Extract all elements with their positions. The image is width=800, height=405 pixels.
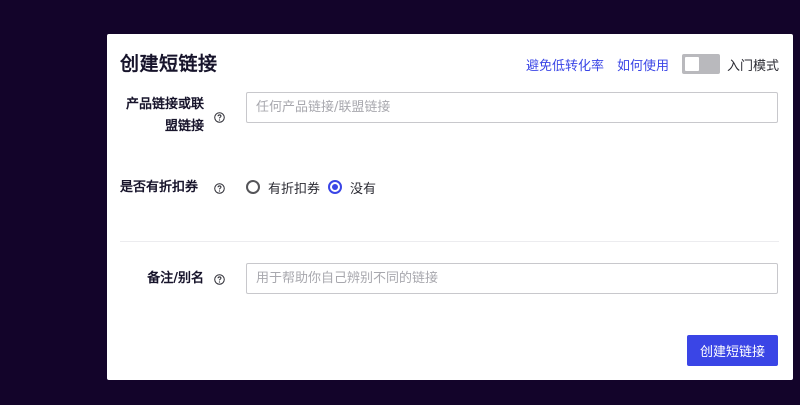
how-to-use-link[interactable]: 如何使用	[617, 55, 669, 74]
section-divider	[120, 241, 779, 242]
header-actions: 避免低转化率 如何使用 入门模式	[526, 52, 779, 76]
radio-label: 有折扣券	[268, 181, 321, 197]
radio-option-has-coupon[interactable]: 有折扣券	[246, 178, 320, 197]
question-circle-icon[interactable]	[214, 112, 225, 123]
avoid-low-conversion-link[interactable]: 避免低转化率	[526, 55, 604, 74]
coupon-radio-group: 有折扣券 没有	[246, 177, 376, 197]
has-coupon-label: 是否有折扣券	[120, 180, 199, 195]
product-link-input[interactable]	[246, 92, 778, 123]
page-title: 创建短链接	[120, 53, 218, 75]
note-alias-input[interactable]	[246, 263, 778, 294]
radio-button-selected[interactable]	[328, 180, 343, 194]
create-short-link-button[interactable]: 创建短链接	[687, 335, 778, 366]
product-link-label-line2: 盟链接	[164, 119, 204, 134]
note-alias-label: 备注/别名	[147, 271, 204, 286]
radio-option-no-coupon[interactable]: 没有	[328, 178, 376, 197]
radio-label: 没有	[350, 181, 377, 197]
product-link-label-line1: 产品链接或联	[125, 97, 204, 112]
question-circle-icon[interactable]	[214, 183, 225, 194]
beginner-mode-label: 入门模式	[726, 58, 779, 74]
toggle-knob	[684, 57, 699, 71]
question-circle-icon[interactable]	[214, 274, 225, 285]
product-link-label: 产品链接或联 盟链接	[120, 94, 204, 138]
create-short-link-card: 创建短链接 避免低转化率 如何使用 入门模式 产品链接或联 盟链接 是否有折扣券…	[107, 34, 793, 380]
beginner-mode-toggle[interactable]	[681, 54, 720, 74]
radio-button[interactable]	[246, 180, 260, 194]
